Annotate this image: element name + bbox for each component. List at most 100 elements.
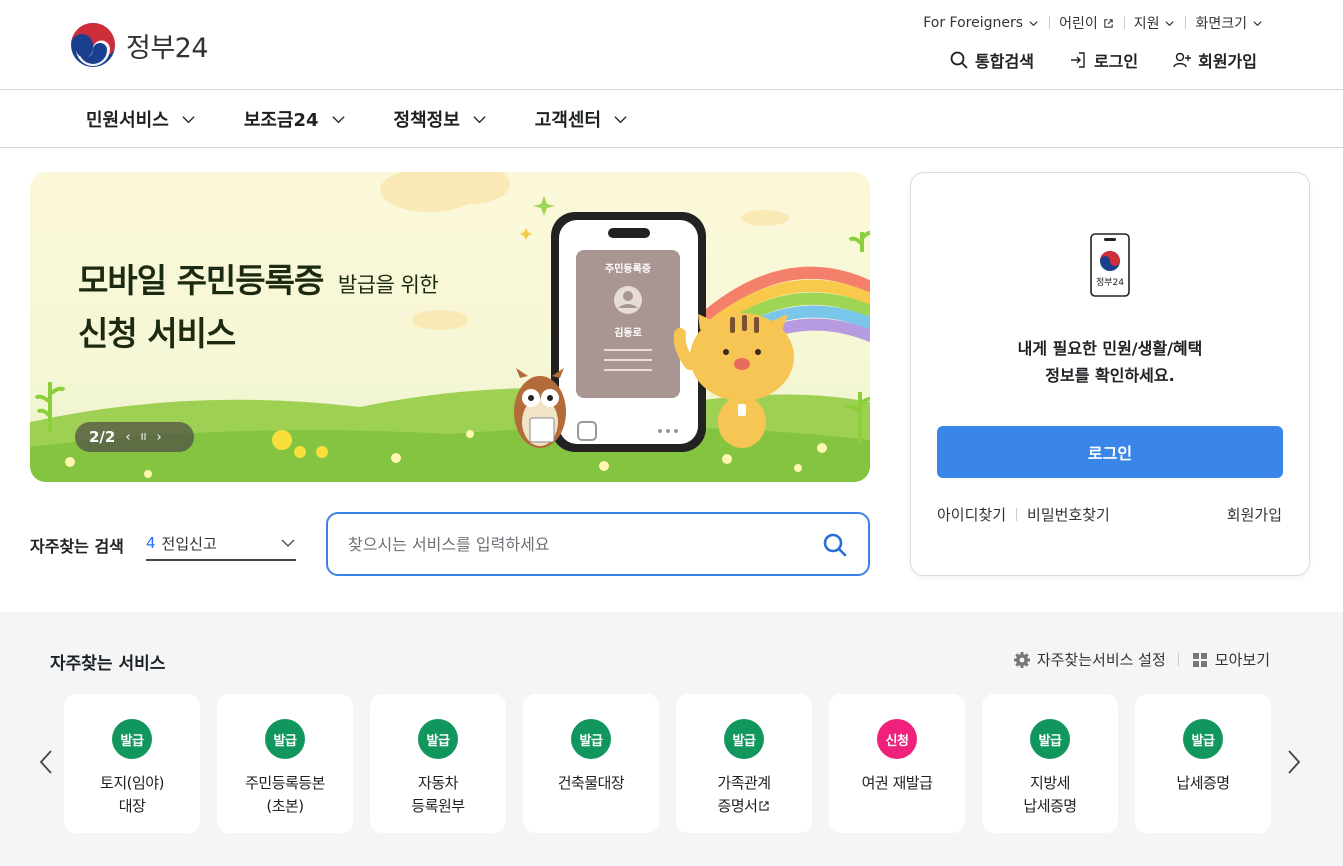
util-label: 화면크기 [1195,16,1247,32]
service-card-line1: 여권 재발급 [861,774,933,792]
service-card-line1: 주민등록등본 [245,774,325,792]
login-button[interactable]: 로그인 [937,426,1283,478]
service-card-passport-reissue[interactable]: 신청 여권 재발급 [829,694,965,833]
issue-badge: 발급 [571,719,611,759]
service-card-building-register[interactable]: 발급 건축물대장 [523,694,659,833]
service-card-label: 자동차 등록원부 [370,772,506,818]
service-card-vehicle-register[interactable]: 발급 자동차 등록원부 [370,694,506,833]
signup-link[interactable]: 회원가입 [1227,504,1282,525]
header: 정부24 For Foreigners 어린이 지원 화면크기 통합검색 로그인 [0,0,1343,90]
service-card-line1: 가족관계 [717,774,771,792]
util-screen-size[interactable]: 화면크기 [1185,13,1263,33]
service-card-resident-register[interactable]: 발급 주민등록등본 (초본) [217,694,353,833]
find-password-link[interactable]: 비밀번호찾기 [1027,504,1110,525]
account-links: 아이디찾기 비밀번호찾기 [937,504,1110,525]
service-card-line1: 지방세 [1030,774,1070,792]
issue-badge: 발급 [1183,719,1223,759]
service-card-label: 토지(임야) 대장 [64,772,200,818]
service-search-input[interactable] [348,528,808,560]
carousel-position: 2/2 [89,428,116,446]
service-card-line2: 증명서 [717,797,758,815]
chevron-right-icon[interactable] [1285,748,1303,776]
service-card-label: 납세증명 [1135,772,1271,795]
banner-title-main: 모바일 주민등록증 [78,261,324,300]
service-card-line1: 납세증명 [1176,774,1230,792]
signup-label: 회원가입 [1198,52,1257,71]
search-label: 통합검색 [975,52,1034,71]
nav-item-subsidy[interactable]: 보조금24 [244,106,346,132]
find-id-link[interactable]: 아이디찾기 [937,504,1006,525]
service-search-box [326,512,870,576]
service-card-line1: 건축물대장 [557,774,625,792]
util-for-foreigners[interactable]: For Foreigners [913,15,1049,31]
integrated-search-button[interactable]: 통합검색 [949,48,1034,72]
frequent-search-label: 자주찾는 검색 [30,537,124,556]
frequent-search-dropdown[interactable]: 4 전입신고 [146,527,296,561]
external-link-icon [759,801,770,811]
util-support[interactable]: 지원 [1123,13,1186,33]
login-icon [1070,52,1085,68]
site-logo[interactable]: 정부24 [70,22,209,68]
carousel-pause-button[interactable]: II [141,432,147,443]
divider [1016,508,1018,521]
banner-title-line2: 신청 서비스 [78,314,236,353]
logo-text: 정부24 [126,32,209,64]
util-label: For Foreigners [923,15,1024,31]
nav-label: 민원서비스 [86,110,169,131]
issue-badge: 발급 [112,719,152,759]
login-link[interactable]: 로그인 [1068,48,1138,72]
util-label: 어린이 [1059,16,1098,32]
carousel-prev-button[interactable]: ‹ [125,430,130,445]
login-message-line2: 정보를 확인하세요. [1045,366,1175,385]
taegeuk-logo-icon [71,23,115,67]
frequent-services: 자주찾는 서비스 자주찾는서비스 설정 모아보기 발급 토지(임야) 대장 발급… [0,612,1343,866]
signup-link[interactable]: 회원가입 [1172,48,1257,72]
service-card-line1: 자동차 [418,774,458,792]
login-message: 내게 필요한 민원/생활/혜택 정보를 확인하세요. [911,335,1309,389]
nav-label: 보조금24 [243,110,319,131]
nav-item-civil-services[interactable]: 민원서비스 [86,106,196,132]
service-card-land-register[interactable]: 발급 토지(임야) 대장 [64,694,200,833]
nav-item-policy[interactable]: 정책정보 [394,106,487,132]
service-card-label: 주민등록등본 (초본) [217,772,353,818]
promo-banner[interactable]: 모바일 주민등록증 발급을 위한 신청 서비스 주민등록증 김동로 2/2 ‹ … [30,172,870,482]
issue-badge: 발급 [265,719,305,759]
main-navigation: 민원서비스 보조금24 정책정보 고객센터 [0,91,1343,148]
chevron-down-icon [331,115,345,123]
frequent-search-term: 전입신고 [161,534,217,553]
nav-label: 고객센터 [534,110,602,131]
chevron-left-icon[interactable] [37,748,55,776]
chevron-down-icon [614,115,627,123]
services-settings-button[interactable]: 자주찾는서비스 설정 [1013,649,1166,670]
issue-badge: 발급 [418,719,458,759]
util-kids[interactable]: 어린이 [1049,13,1124,33]
header-actions: 통합검색 로그인 회원가입 [949,48,1257,72]
service-card-family-certificate[interactable]: 발급 가족관계 증명서 [676,694,812,833]
search-icon[interactable] [822,532,848,558]
mobile-phone-icon [1090,233,1130,297]
banner-title-small: 발급을 위한 [337,273,439,297]
external-link-icon [1103,18,1113,28]
view-all-button[interactable]: 모아보기 [1191,649,1270,670]
service-card-line2: 등록원부 [411,797,465,815]
nav-item-customer-center[interactable]: 고객센터 [535,106,628,132]
service-card-label: 건축물대장 [523,772,659,795]
service-card-line2: (초본) [266,797,304,815]
divider [1177,653,1179,666]
service-card-local-tax-certificate[interactable]: 발급 지방세 납세증명 [982,694,1118,833]
user-add-icon [1173,52,1192,68]
service-cards: 발급 토지(임야) 대장 발급 주민등록등본 (초본) 발급 자동차 등록원부 … [64,694,1271,833]
service-card-line2: 대장 [118,797,146,815]
chevron-down-icon [1165,20,1175,26]
view-all-label: 모아보기 [1214,651,1270,669]
issue-badge: 발급 [724,719,764,759]
carousel-next-button[interactable]: › [156,430,161,445]
service-card-line2: 납세증명 [1023,797,1077,815]
service-card-line2-wrap: 증명서 [676,795,812,818]
chevron-down-icon [473,115,486,123]
service-card-tax-certificate[interactable]: 발급 납세증명 [1135,694,1271,833]
util-label: 지원 [1133,16,1160,32]
login-label: 로그인 [1093,52,1139,71]
nav-label: 정책정보 [393,110,460,131]
chevron-down-icon [281,539,295,547]
